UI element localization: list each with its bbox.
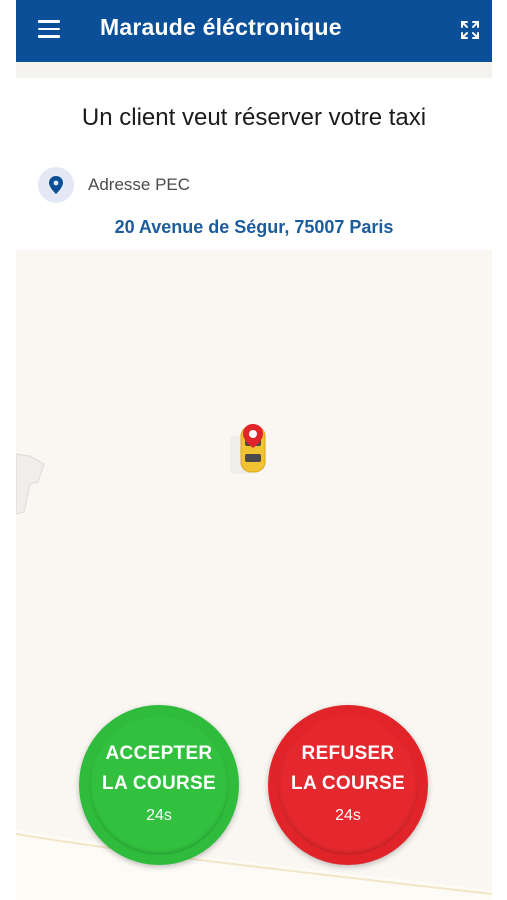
fullscreen-expand-icon[interactable] <box>460 20 480 40</box>
accept-label-line2: LA COURSE <box>102 773 216 794</box>
refuse-countdown: 24s <box>335 807 361 824</box>
accept-label-line1: ACCEPTER <box>105 743 213 764</box>
refuse-ride-button[interactable]: REFUSER LA COURSE 24s <box>268 705 428 865</box>
location-pin-icon <box>38 167 74 203</box>
accept-countdown: 24s <box>146 807 172 824</box>
address-label: Adresse PEC <box>88 175 191 194</box>
taxi-car-icon[interactable] <box>230 424 266 474</box>
app-screen: Maraude éléctronique Un client veut rése… <box>16 0 492 900</box>
app-title: Maraude éléctronique <box>100 14 342 40</box>
pickup-address: 20 Avenue de Ségur, 75007 Paris <box>114 217 394 237</box>
app-bar-divider <box>16 62 492 78</box>
app-bar: Maraude éléctronique <box>16 0 492 62</box>
request-headline: Un client veut réserver votre taxi <box>81 104 427 131</box>
refuse-label-line2: LA COURSE <box>291 773 405 794</box>
refuse-label-line1: REFUSER <box>301 743 395 764</box>
accept-ride-button[interactable]: ACCEPTER LA COURSE 24s <box>79 705 239 865</box>
hamburger-menu-icon[interactable] <box>38 20 60 38</box>
